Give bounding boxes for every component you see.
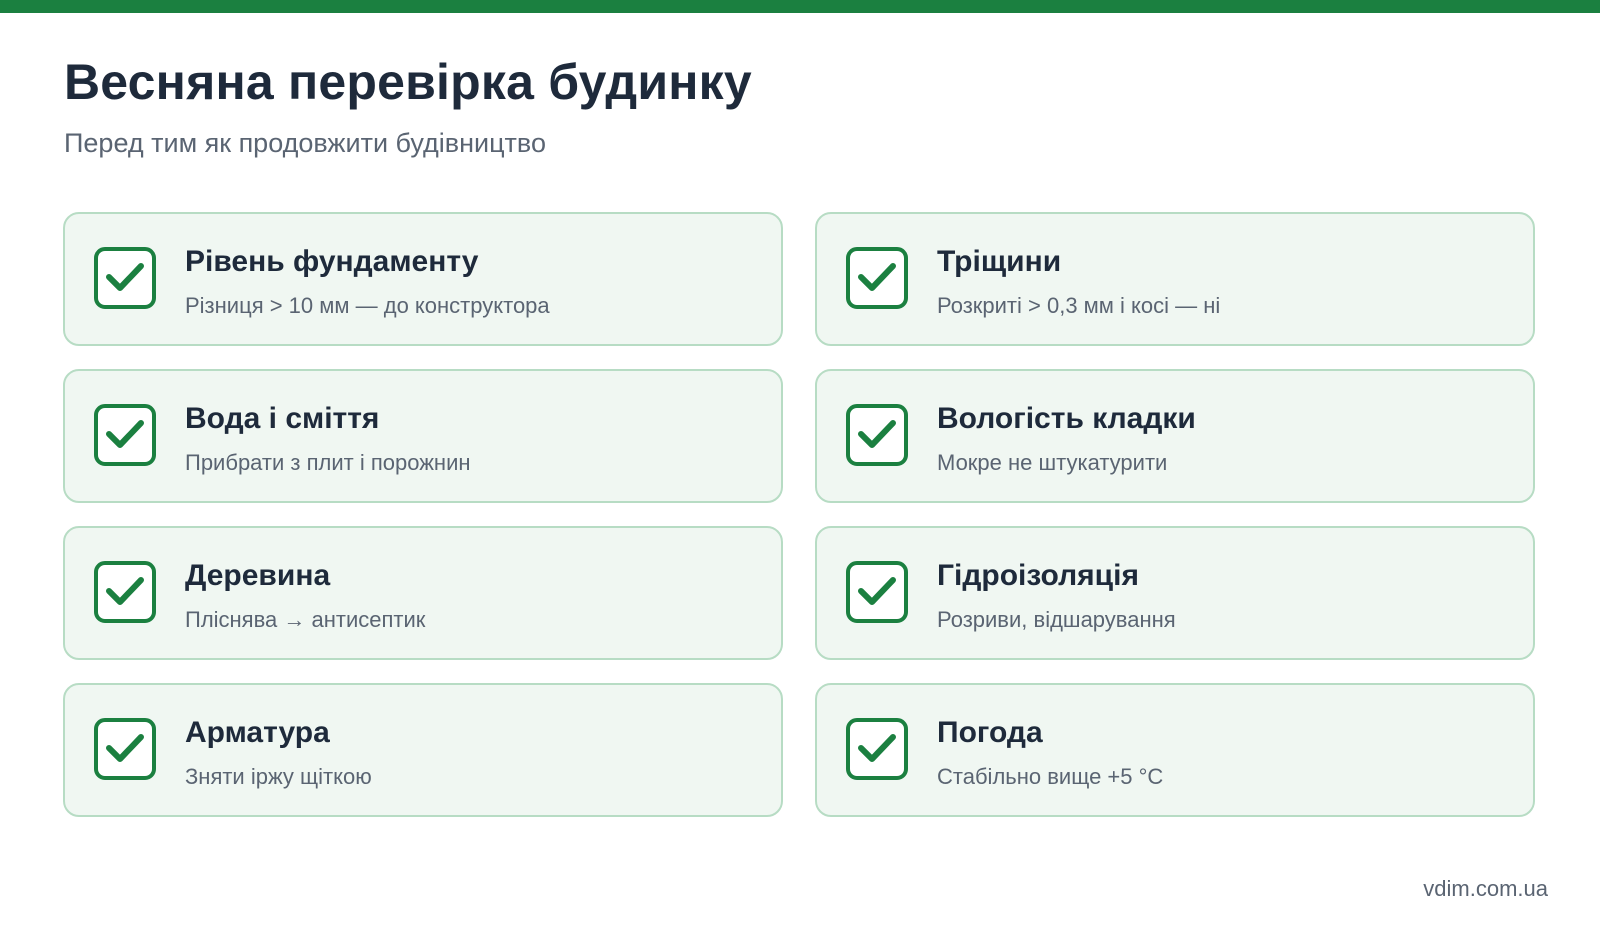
- checklist-card-waterproofing[interactable]: Гідроізоляція Розриви, відшарування: [815, 526, 1535, 660]
- checkbox-checked-icon[interactable]: [94, 718, 156, 780]
- card-description: Пліснява → антисептик: [185, 607, 426, 632]
- card-description: Розкриті > 0,3 мм і косі — ні: [937, 293, 1221, 318]
- checkbox-checked-icon[interactable]: [846, 718, 908, 780]
- checklist-card-cracks[interactable]: Тріщини Розкриті > 0,3 мм і косі — ні: [815, 212, 1535, 346]
- footer-site-url: vdim.com.ua: [1423, 876, 1548, 901]
- card-title: Тріщини: [937, 245, 1062, 278]
- card-description: Різниця > 10 мм — до конструктора: [185, 293, 550, 318]
- card-title: Погода: [937, 716, 1043, 749]
- card-description: Мокре не штукатурити: [937, 450, 1168, 475]
- checklist-card-masonry-moisture[interactable]: Вологість кладки Мокре не штукатурити: [815, 369, 1535, 503]
- checkbox-checked-icon[interactable]: [94, 247, 156, 309]
- checklist-grid: Рівень фундаменту Різниця > 10 мм — до к…: [63, 212, 1537, 817]
- page-subtitle: Перед тим як продовжити будівництво: [64, 128, 546, 158]
- checklist-card-timber[interactable]: Деревина Пліснява → антисептик: [63, 526, 783, 660]
- checkbox-checked-icon[interactable]: [846, 561, 908, 623]
- card-title: Деревина: [185, 559, 331, 592]
- card-title: Гідроізоляція: [937, 559, 1139, 592]
- checklist-card-water-debris[interactable]: Вода і сміття Прибрати з плит і порожнин: [63, 369, 783, 503]
- top-accent-bar: [0, 0, 1600, 13]
- card-title: Рівень фундаменту: [185, 245, 479, 278]
- card-title: Арматура: [185, 716, 330, 749]
- checklist-card-weather[interactable]: Погода Стабільно вище +5 °C: [815, 683, 1535, 817]
- card-title: Вода і сміття: [185, 402, 380, 435]
- page-title: Весняна перевірка будинку: [64, 54, 752, 110]
- card-description: Зняти іржу щіткою: [185, 764, 372, 789]
- checklist-card-rebar[interactable]: Арматура Зняти іржу щіткою: [63, 683, 783, 817]
- card-description: Прибрати з плит і порожнин: [185, 450, 471, 475]
- checkbox-checked-icon[interactable]: [846, 404, 908, 466]
- checkbox-checked-icon[interactable]: [846, 247, 908, 309]
- card-description: Розриви, відшарування: [937, 607, 1176, 632]
- checkbox-checked-icon[interactable]: [94, 404, 156, 466]
- card-title: Вологість кладки: [937, 402, 1196, 435]
- card-description: Стабільно вище +5 °C: [937, 764, 1164, 789]
- checkbox-checked-icon[interactable]: [94, 561, 156, 623]
- checklist-card-foundation-level[interactable]: Рівень фундаменту Різниця > 10 мм — до к…: [63, 212, 783, 346]
